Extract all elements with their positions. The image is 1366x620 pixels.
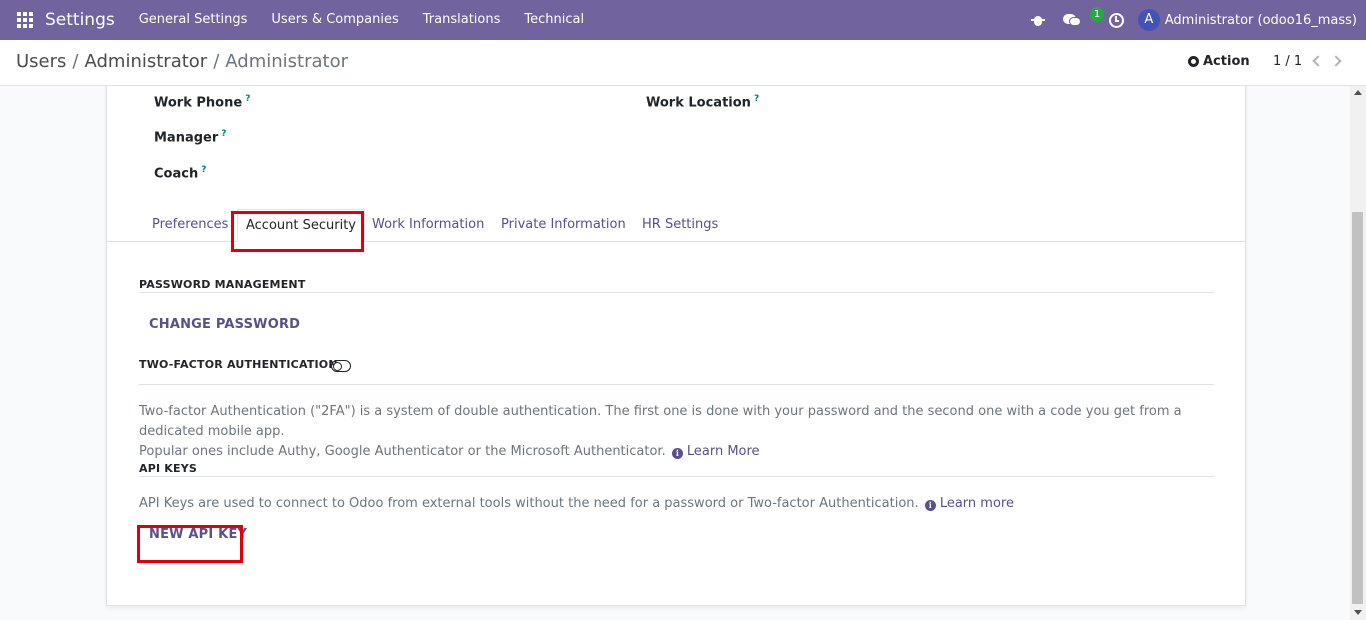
info-icon: i	[924, 500, 936, 511]
breadcrumb-current: Administrator	[225, 51, 348, 72]
menu-translations[interactable]: Translations	[411, 0, 513, 40]
debug-bug-icon[interactable]	[1030, 13, 1045, 27]
menu-users-companies[interactable]: Users & Companies	[259, 0, 410, 40]
scroll-thumb[interactable]	[1352, 212, 1363, 604]
divider	[139, 384, 1214, 385]
control-panel: Users / Administrator / Administrator Action…	[0, 40, 1366, 86]
chat-icon[interactable]	[1062, 13, 1081, 27]
tfa-learn-more-link[interactable]: Learn More	[687, 444, 760, 459]
gear-icon	[1188, 56, 1199, 67]
two-factor-title: TWO-FACTOR AUTHENTICATION	[139, 358, 338, 371]
two-factor-toggle[interactable]	[331, 360, 351, 372]
main-menu: General Settings Users & Companies Trans…	[127, 0, 596, 40]
help-tooltip-icon[interactable]: ?	[245, 94, 250, 104]
breadcrumb-separator: /	[213, 51, 220, 72]
notebook-tabs: Preferences Account Security Work Inform…	[107, 201, 1245, 242]
tab-work-information[interactable]: Work Information	[364, 209, 492, 240]
breadcrumb-separator: /	[72, 51, 79, 72]
divider	[139, 292, 1214, 293]
manager-label: Manager?	[154, 129, 227, 146]
tab-account-security[interactable]: Account Security	[237, 209, 366, 242]
coach-label: Coach?	[154, 165, 207, 182]
api-keys-description: API Keys are used to connect to Odoo fro…	[139, 496, 1014, 511]
activity-clock-icon[interactable]	[1108, 12, 1124, 28]
action-label: Action	[1203, 54, 1250, 69]
apps-menu-icon[interactable]	[17, 12, 33, 28]
user-menu[interactable]: Administrator (odoo16_mass)	[1165, 13, 1357, 28]
breadcrumb-users[interactable]: Users	[16, 51, 66, 72]
menu-technical[interactable]: Technical	[512, 0, 596, 40]
pager-next-button[interactable]	[1330, 54, 1344, 68]
two-factor-description: Two-factor Authentication ("2FA") is a s…	[139, 404, 1182, 459]
avatar[interactable]: A	[1137, 9, 1160, 31]
app-name[interactable]: Settings	[45, 10, 115, 30]
api-keys-title: API KEYS	[139, 462, 198, 475]
info-icon: i	[671, 448, 683, 459]
breadcrumb: Users / Administrator / Administrator	[16, 51, 348, 72]
top-navbar: Settings General Settings Users & Compan…	[0, 0, 1366, 40]
work-phone-label: Work Phone?	[154, 94, 251, 111]
menu-general-settings[interactable]: General Settings	[127, 0, 260, 40]
help-tooltip-icon[interactable]: ?	[201, 165, 206, 175]
scroll-down-arrow-icon[interactable]	[1354, 610, 1362, 615]
breadcrumb-administrator[interactable]: Administrator	[84, 51, 207, 72]
api-learn-more-link[interactable]: Learn more	[940, 496, 1014, 511]
pager-previous-button[interactable]	[1310, 54, 1324, 68]
help-tooltip-icon[interactable]: ?	[221, 129, 226, 139]
chevron-right-icon	[1330, 55, 1342, 67]
new-api-key-button[interactable]: NEW API KEY	[149, 527, 247, 542]
form-view: Work Phone? Work Location? Manager? Coac…	[0, 86, 1366, 620]
form-sheet: Work Phone? Work Location? Manager? Coac…	[106, 86, 1246, 606]
pager-value[interactable]: 1 / 1	[1273, 54, 1302, 69]
work-location-label: Work Location?	[646, 94, 760, 111]
action-button[interactable]: Action	[1188, 54, 1250, 69]
vertical-scrollbar[interactable]	[1350, 86, 1366, 620]
help-tooltip-icon[interactable]: ?	[754, 94, 759, 104]
chat-counter-badge: 1	[1090, 7, 1104, 22]
tab-preferences[interactable]: Preferences	[144, 209, 236, 240]
tab-hr-settings[interactable]: HR Settings	[634, 209, 726, 240]
tab-private-information[interactable]: Private Information	[493, 209, 634, 240]
systray: A Administrator (odoo16_mass)	[1030, 0, 1357, 40]
scroll-up-arrow-icon[interactable]	[1354, 90, 1362, 95]
divider	[139, 476, 1214, 477]
chevron-left-icon	[1312, 55, 1324, 67]
password-management-title: PASSWORD MANAGEMENT	[139, 278, 306, 291]
change-password-button[interactable]: CHANGE PASSWORD	[149, 317, 300, 332]
